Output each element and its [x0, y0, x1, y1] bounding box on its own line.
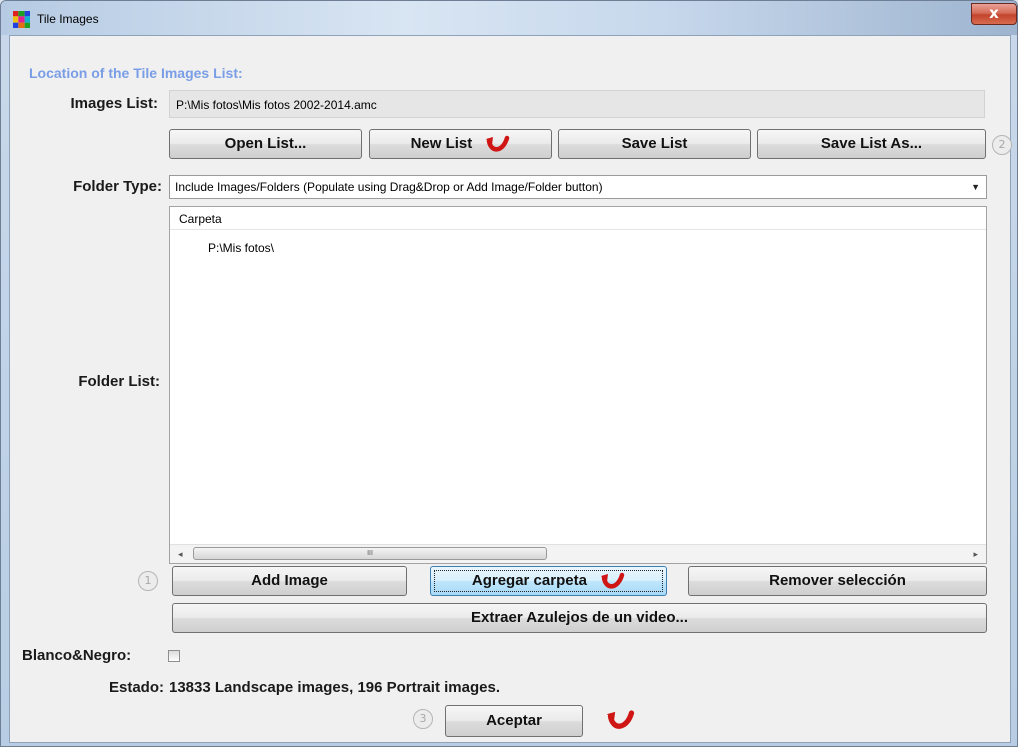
- accept-button[interactable]: Aceptar: [445, 705, 583, 737]
- scroll-grip-icon: III: [367, 550, 373, 557]
- save-list-label: Save List: [621, 135, 688, 152]
- folder-list[interactable]: Carpeta P:\Mis fotos\ ◂ III ▸: [169, 206, 987, 564]
- save-list-as-label: Save List As...: [820, 135, 923, 152]
- extract-tiles-video-button[interactable]: Extraer Azulejos de un video...: [172, 603, 987, 633]
- images-list-path-field[interactable]: P:\Mis fotos\Mis fotos 2002-2014.amc: [169, 90, 985, 118]
- remove-selection-label: Remover selección: [769, 572, 906, 589]
- new-list-label: New List: [410, 135, 473, 152]
- scroll-left-icon[interactable]: ◂: [178, 545, 183, 563]
- bw-checkbox[interactable]: [168, 650, 180, 662]
- save-list-as-button[interactable]: Save List As...: [757, 129, 986, 159]
- scroll-right-icon[interactable]: ▸: [973, 545, 978, 563]
- tile-images-window: Tile Images x Location of the Tile Image…: [0, 0, 1018, 747]
- add-folder-button[interactable]: Agregar carpeta: [430, 566, 667, 596]
- extract-tiles-label: Extraer Azulejos de un video...: [470, 609, 688, 626]
- folder-type-dropdown[interactable]: Include Images/Folders (Populate using D…: [169, 175, 987, 199]
- status-label: Estado:: [108, 679, 164, 696]
- add-folder-label: Agregar carpeta: [471, 572, 587, 589]
- accept-label: Aceptar: [486, 712, 542, 729]
- dialog-body: Location of the Tile Images List: Images…: [9, 35, 1012, 743]
- add-image-label: Add Image: [251, 572, 328, 589]
- new-list-button[interactable]: New List: [369, 129, 552, 159]
- folder-type-value: Include Images/Folders (Populate using D…: [175, 180, 603, 194]
- column-header-carpeta[interactable]: Carpeta: [170, 207, 986, 230]
- app-icon: [13, 11, 30, 28]
- red-arrow-icon: [486, 135, 510, 152]
- close-button[interactable]: x: [971, 3, 1017, 25]
- bw-label: Blanco&Negro:: [22, 647, 132, 664]
- open-list-button[interactable]: Open List...: [169, 129, 362, 159]
- save-list-button[interactable]: Save List: [558, 129, 751, 159]
- scroll-thumb[interactable]: III: [193, 547, 547, 560]
- add-image-button[interactable]: Add Image: [172, 566, 407, 596]
- window-title: Tile Images: [37, 12, 99, 26]
- horizontal-scrollbar[interactable]: ◂ III ▸: [170, 544, 986, 563]
- images-list-label: Images List:: [70, 95, 158, 112]
- red-arrow-icon: [607, 710, 635, 729]
- section-title: Location of the Tile Images List:: [29, 65, 243, 81]
- close-icon: x: [989, 4, 999, 22]
- step-3-icon: 3: [413, 709, 433, 729]
- chevron-down-icon: ▼: [971, 182, 980, 192]
- folder-list-label: Folder List:: [78, 373, 160, 390]
- step-2-icon: 2: [992, 135, 1012, 155]
- red-arrow-icon: [601, 572, 625, 589]
- list-item[interactable]: P:\Mis fotos\: [208, 241, 274, 255]
- status-text: 13833 Landscape images, 196 Portrait ima…: [169, 679, 501, 696]
- folder-type-label: Folder Type:: [73, 178, 162, 195]
- step-1-icon: 1: [138, 571, 158, 591]
- remove-selection-button[interactable]: Remover selección: [688, 566, 987, 596]
- title-bar[interactable]: Tile Images x: [1, 1, 1017, 35]
- open-list-label: Open List...: [224, 135, 307, 152]
